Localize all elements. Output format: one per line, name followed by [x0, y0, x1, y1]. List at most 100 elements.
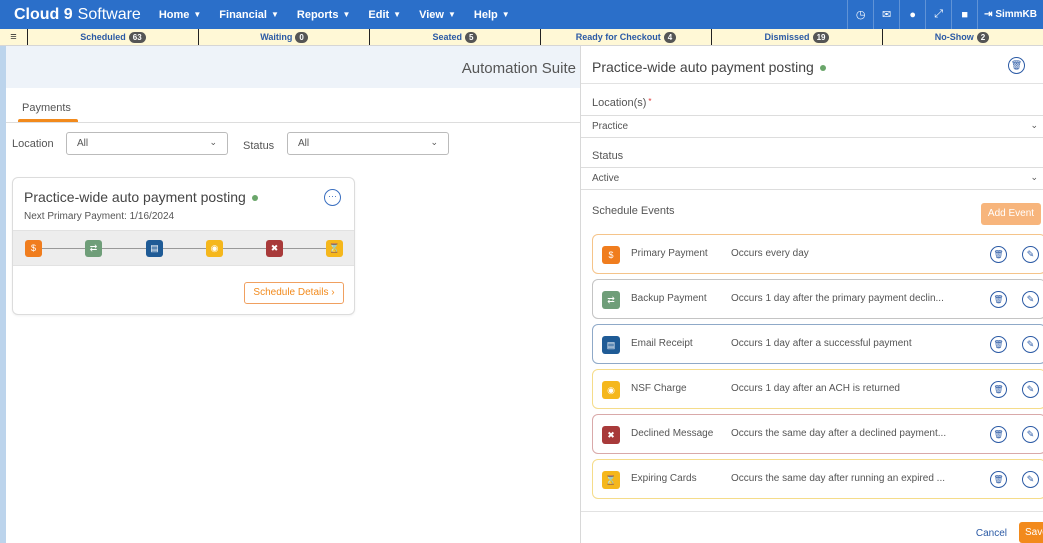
menu-help[interactable]: Help ▼: [474, 9, 510, 21]
edit-event-icon[interactable]: ✎: [1022, 426, 1039, 443]
mail-icon[interactable]: ✉: [873, 0, 899, 29]
locations-value: Practice: [592, 121, 629, 132]
status-filter-select[interactable]: All ⌄: [287, 132, 449, 155]
automation-list-panel: Automation Suite Payments Location All ⌄…: [0, 46, 580, 543]
divider: [581, 83, 1043, 84]
top-right-tools: ◷ ✉ ● ⤢ ■ ⇥ SimmKB: [847, 0, 1043, 29]
brand-name: Cloud 9: [14, 5, 73, 23]
brand-logo[interactable]: Cloud 9 Software: [14, 6, 141, 24]
automation-detail-panel: Practice-wide auto payment posting 🗑 Loc…: [580, 46, 1043, 543]
edit-event-icon[interactable]: ✎: [1022, 246, 1039, 263]
status-count-badge: 4: [663, 31, 677, 43]
clock-icon[interactable]: ◷: [847, 0, 873, 29]
detail-title: Practice-wide auto payment posting: [592, 59, 826, 75]
menu-edit[interactable]: Edit ▼: [368, 9, 401, 21]
event-name: Email Receipt: [631, 338, 693, 349]
status-filter-value: All: [298, 138, 310, 149]
locations-select[interactable]: Practice ⌄: [581, 115, 1043, 138]
event-nsf-charge[interactable]: ◉ NSF Charge Occurs 1 day after an ACH i…: [592, 369, 1043, 409]
location-filter-value: All: [77, 138, 89, 149]
event-description: Occurs 1 day after an ACH is returned: [731, 383, 900, 394]
delete-event-icon[interactable]: 🗑: [990, 381, 1007, 398]
tab-payments[interactable]: Payments: [16, 88, 77, 123]
event-primary-payment[interactable]: $ Primary Payment Occurs every day 🗑 ✎: [592, 234, 1043, 274]
chevron-down-icon: ▼: [393, 10, 402, 19]
edit-event-icon[interactable]: ✎: [1022, 471, 1039, 488]
active-status-dot: [251, 195, 258, 202]
status-tab-scheduled[interactable]: Scheduled 63: [28, 29, 199, 45]
next-payment-text: Next Primary Payment: 1/16/2024: [24, 211, 175, 222]
dollar-icon: $: [25, 240, 42, 257]
edit-event-icon[interactable]: ✎: [1022, 381, 1039, 398]
delete-event-icon[interactable]: 🗑: [990, 336, 1007, 353]
status-tab-label: Scheduled: [80, 32, 126, 42]
schedule-events-label: Schedule Events: [592, 205, 675, 217]
appointment-status-bar: ≡ Scheduled 63 Waiting 0 Seated 5 Ready for…: [0, 29, 1043, 46]
menu-reports[interactable]: Reports ▼: [297, 9, 350, 21]
delete-event-icon[interactable]: 🗑: [990, 246, 1007, 263]
event-name: NSF Charge: [631, 383, 687, 394]
location-filter-label: Location: [12, 138, 54, 150]
menu-home[interactable]: Home ▼: [159, 9, 201, 21]
status-tab-waiting[interactable]: Waiting 0: [199, 29, 370, 45]
repeat-icon: ⇄: [85, 240, 102, 257]
menu-financial[interactable]: Financial ▼: [219, 9, 279, 21]
repeat-icon: ⇄: [602, 291, 620, 309]
event-name: Backup Payment: [631, 293, 707, 304]
more-options-icon[interactable]: ···: [324, 189, 341, 206]
dollar-icon: $: [602, 246, 620, 264]
location-filter-select[interactable]: All ⌄: [66, 132, 228, 155]
pipeline-connector: [33, 248, 333, 249]
tab-bar: Payments: [6, 88, 580, 123]
status-tab-no-show[interactable]: No-Show 2: [883, 29, 1041, 45]
status-select[interactable]: Active ⌄: [581, 167, 1043, 190]
menu-help-label: Help: [473, 8, 498, 21]
delete-event-icon[interactable]: 🗑: [990, 471, 1007, 488]
menu-view-label: View: [419, 8, 444, 21]
hamburger-menu-icon[interactable]: ≡: [0, 29, 28, 45]
event-description: Occurs every day: [731, 248, 809, 259]
detail-title-text: Practice-wide auto payment posting: [592, 59, 814, 75]
status-count-badge: 63: [128, 31, 146, 43]
event-name: Expiring Cards: [631, 473, 697, 484]
event-declined-message[interactable]: ✖ Declined Message Occurs the same day a…: [592, 414, 1043, 454]
cancel-button[interactable]: Cancel: [976, 528, 1007, 539]
page-title: Automation Suite: [461, 60, 576, 77]
menu-reports-label: Reports: [296, 8, 339, 21]
event-name: Primary Payment: [631, 248, 708, 259]
event-description: Occurs the same day after a declined pay…: [731, 428, 947, 439]
event-backup-payment[interactable]: ⇄ Backup Payment Occurs 1 day after the …: [592, 279, 1043, 319]
edit-event-icon[interactable]: ✎: [1022, 291, 1039, 308]
card-title: Practice-wide auto payment posting: [24, 189, 258, 205]
delete-event-icon[interactable]: 🗑: [990, 291, 1007, 308]
status-count-badge: 5: [465, 31, 478, 43]
event-expiring-cards[interactable]: ⌛ Expiring Cards Occurs the same day aft…: [592, 459, 1043, 499]
menu-financial-label: Financial: [219, 8, 267, 21]
event-email-receipt[interactable]: ▤ Email Receipt Occurs 1 day after a suc…: [592, 324, 1043, 364]
status-tab-label: Waiting: [260, 32, 293, 42]
user-logout[interactable]: ⇥ SimmKB: [977, 0, 1043, 29]
brand-subtitle: Software: [77, 5, 141, 23]
add-event-button[interactable]: Add Event: [981, 203, 1041, 225]
status-tab-label: Ready for Checkout: [575, 32, 661, 42]
chevron-down-icon: ▼: [270, 10, 279, 19]
schedule-details-button[interactable]: Schedule Details ›: [244, 282, 344, 304]
status-tab-ready-for-checkout[interactable]: Ready for Checkout 4: [541, 29, 712, 45]
delete-event-icon[interactable]: 🗑: [990, 426, 1007, 443]
status-count-badge: 2: [976, 31, 990, 43]
automation-card[interactable]: Practice-wide auto payment posting Next …: [12, 177, 355, 315]
menu-view[interactable]: View ▼: [419, 9, 456, 21]
status-tab-dismissed[interactable]: Dismissed 19: [712, 29, 883, 45]
suite-header: Automation Suite: [6, 46, 580, 88]
event-name: Declined Message: [631, 428, 714, 439]
expand-icon[interactable]: ⤢: [925, 0, 951, 29]
save-button[interactable]: Save: [1019, 522, 1043, 543]
delete-automation-icon[interactable]: 🗑: [1008, 57, 1025, 74]
status-count-badge: 0: [295, 31, 308, 43]
status-tab-seated[interactable]: Seated 5: [370, 29, 541, 45]
edit-event-icon[interactable]: ✎: [1022, 336, 1039, 353]
lock-icon[interactable]: ■: [951, 0, 977, 29]
chat-icon[interactable]: ●: [899, 0, 925, 29]
locations-label-text: Location(s): [592, 97, 647, 109]
menu-edit-label: Edit: [368, 8, 390, 21]
